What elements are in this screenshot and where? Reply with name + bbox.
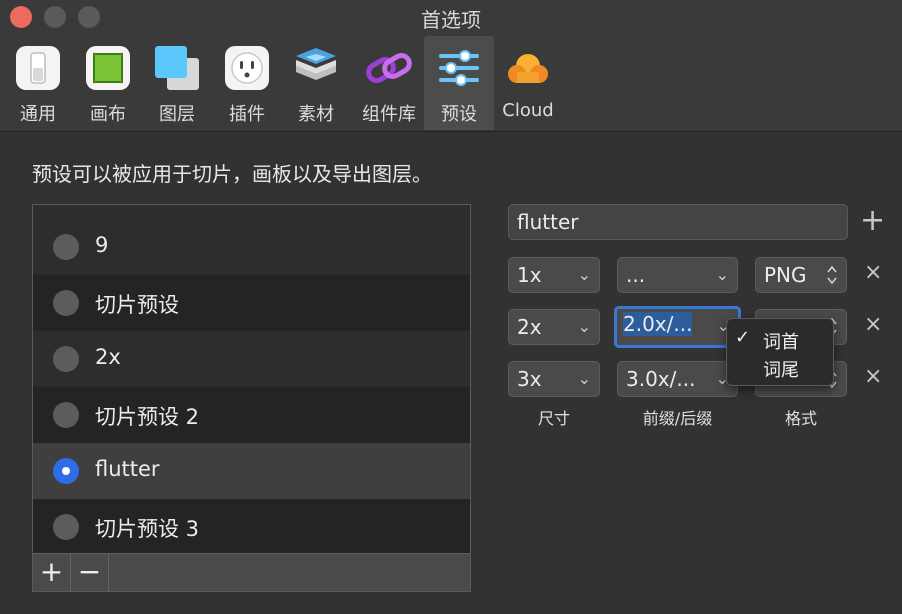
tab-cloud[interactable]: Cloud: [493, 36, 563, 130]
suffix-column-label: 前缀/后缀: [642, 409, 713, 428]
add-preset-list-button[interactable]: +: [33, 554, 71, 591]
remove-row-button[interactable]: ×: [864, 312, 882, 337]
suffix-value: ...: [626, 263, 646, 287]
tab-canvas[interactable]: 画布: [73, 36, 143, 130]
suffix-select[interactable]: ... ⌄: [617, 257, 738, 293]
radio-button[interactable]: [53, 514, 79, 540]
tab-label: 插件: [229, 104, 265, 125]
tab-layers[interactable]: 图层: [142, 36, 212, 130]
list-item-label: 9: [95, 233, 109, 257]
list-footer: + −: [33, 553, 470, 591]
size-value: 2x: [517, 315, 542, 339]
suffix-select-focused[interactable]: 2.0x/... ⌄: [614, 306, 741, 348]
radio-button[interactable]: [53, 234, 79, 260]
tab-label: 素材: [298, 104, 334, 125]
list-item-label: flutter: [95, 457, 160, 481]
suffix-value: 2.0x/...: [623, 312, 693, 336]
list-item-label: 切片预设 3: [95, 517, 200, 541]
presets-description: 预设可以被应用于切片，画板以及导出图层。: [32, 162, 432, 186]
canvas-icon: [86, 46, 130, 90]
list-item-label: 切片预设: [95, 293, 179, 317]
tab-libraries[interactable]: 组件库: [350, 36, 428, 130]
window-title: 首选项: [421, 8, 481, 32]
menu-item-label: 词首: [763, 332, 799, 353]
menu-item-label: 词尾: [763, 360, 799, 381]
up-down-chevron-icon: [827, 265, 837, 285]
tab-label: 图层: [159, 104, 195, 125]
list-item-label: 切片预设 2: [95, 405, 200, 429]
assets-icon: [296, 48, 336, 80]
format-column-label: 格式: [784, 409, 817, 428]
size-column-label: 尺寸: [537, 409, 570, 428]
cloud-icon: [508, 54, 548, 83]
preset-name-input[interactable]: flutter: [508, 204, 848, 240]
layers-icon: [155, 46, 199, 90]
sliders-icon: [439, 50, 479, 86]
chevron-down-icon: ⌄: [577, 317, 591, 336]
list-item[interactable]: 切片预设: [33, 275, 470, 331]
tab-presets[interactable]: 预设: [424, 36, 494, 130]
chevron-down-icon: ⌄: [715, 265, 729, 284]
list-item[interactable]: 切片预设 2: [33, 387, 470, 443]
tab-label: Cloud: [502, 100, 554, 121]
add-export-size-button[interactable]: +: [860, 204, 885, 238]
list-top-row: [33, 205, 470, 219]
radio-button[interactable]: [53, 402, 79, 428]
tab-label: 画布: [90, 104, 126, 125]
size-select[interactable]: 2x ⌄: [508, 309, 600, 345]
chevron-down-icon: ⌄: [577, 369, 591, 388]
radio-button[interactable]: [53, 290, 79, 316]
size-select[interactable]: 3x ⌄: [508, 361, 600, 397]
tab-plugins[interactable]: 插件: [212, 36, 282, 130]
suffix-value: 3.0x/...: [626, 367, 696, 391]
switch-icon: [16, 46, 60, 90]
remove-row-button[interactable]: ×: [864, 364, 882, 389]
remove-row-button[interactable]: ×: [864, 260, 882, 285]
list-item[interactable]: 切片预设 3: [33, 499, 470, 555]
size-value: 3x: [517, 367, 542, 391]
presets-list: 9 切片预设 2x 切片预设 2 flutter 切片预设 3 + −: [32, 204, 471, 592]
list-item[interactable]: 9: [33, 219, 470, 275]
menu-item-prefix[interactable]: ✓ 词首: [727, 325, 833, 353]
tab-label: 通用: [20, 104, 56, 125]
prefix-suffix-menu: ✓ 词首 词尾: [726, 318, 834, 386]
list-item-label: 2x: [95, 345, 121, 369]
size-value: 1x: [517, 263, 542, 287]
link-icon: [366, 53, 412, 83]
list-item[interactable]: 2x: [33, 331, 470, 387]
radio-button[interactable]: [53, 346, 79, 372]
size-select[interactable]: 1x ⌄: [508, 257, 600, 293]
format-select[interactable]: PNG: [755, 257, 847, 293]
tab-general[interactable]: 通用: [3, 36, 73, 130]
suffix-select[interactable]: 3.0x/... ⌄: [617, 361, 738, 397]
list-item-selected[interactable]: flutter: [33, 443, 470, 499]
checkmark-icon: ✓: [735, 327, 751, 348]
format-value: PNG: [764, 263, 807, 287]
menu-item-suffix[interactable]: 词尾: [727, 353, 833, 381]
window-titlebar: 首选项 通用 画布 图层 插件 素材 组件库 预设 Cloud: [0, 0, 902, 132]
tab-assets[interactable]: 素材: [281, 36, 351, 130]
tab-label: 预设: [441, 104, 477, 125]
plug-icon: [225, 46, 269, 90]
radio-button-selected[interactable]: [53, 458, 79, 484]
chevron-down-icon: ⌄: [577, 265, 591, 284]
tab-label: 组件库: [362, 104, 416, 125]
remove-preset-list-button[interactable]: −: [71, 554, 109, 591]
